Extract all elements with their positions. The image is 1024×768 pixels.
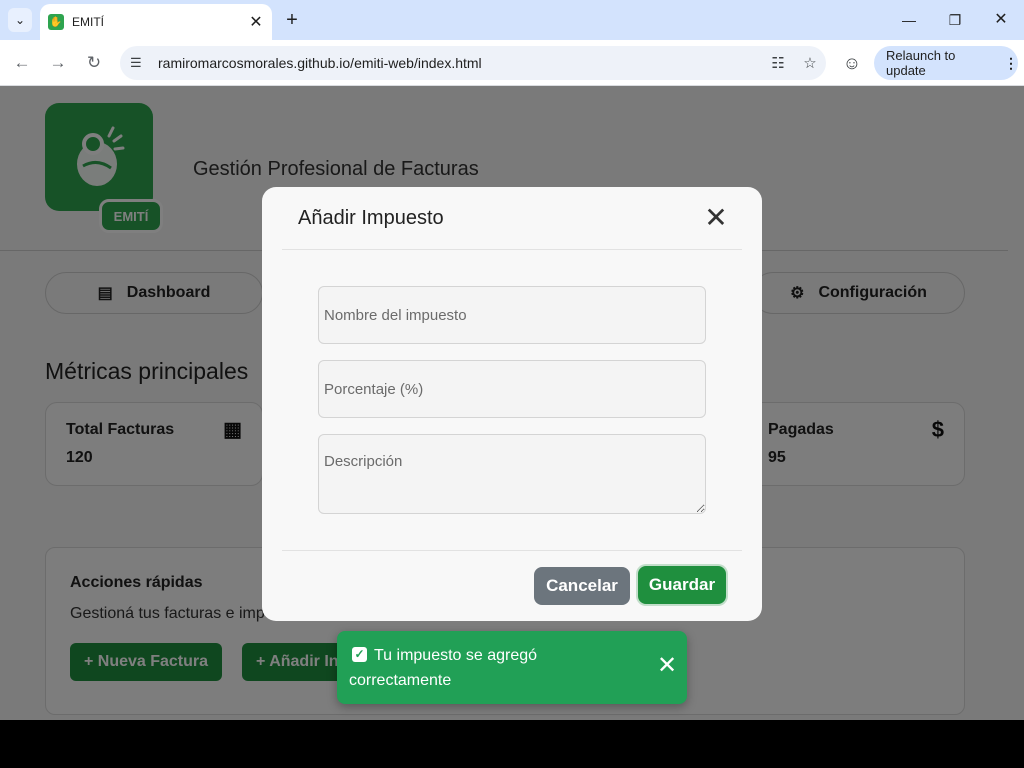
tax-name-input[interactable]	[318, 286, 706, 344]
new-tab-plus-icon[interactable]: +	[282, 8, 302, 32]
browser-tab-bar: ⌄ ✋ EMITÍ ✕ + — ❐ ✕	[0, 0, 1024, 40]
back-arrow-icon[interactable]: ←	[10, 51, 34, 75]
toast-message: Tu impuesto se agregó correctamente	[349, 647, 538, 689]
modal-close-icon[interactable]: ✕	[702, 204, 730, 233]
favicon-icon: ✋	[48, 14, 64, 30]
translate-icon[interactable]: ☷	[762, 54, 794, 72]
checkbox-check-icon: ✓	[352, 647, 367, 662]
relaunch-label: Relaunch to update	[886, 48, 956, 78]
tax-description-textarea[interactable]	[318, 434, 706, 514]
cancel-button[interactable]: Cancelar	[534, 567, 630, 605]
save-button[interactable]: Guardar	[638, 566, 726, 604]
tax-percent-input[interactable]	[318, 360, 706, 418]
modal-title: Añadir Impuesto	[298, 207, 444, 229]
minimize-icon[interactable]: —	[895, 8, 923, 32]
relaunch-button[interactable]: Relaunch to update ⋮	[874, 46, 1018, 80]
reload-icon[interactable]: ↻	[82, 51, 106, 75]
success-toast: Tu impuesto se agregó correctamente ✓ ✕	[337, 631, 687, 704]
tab-search-chevron-icon[interactable]: ⌄	[8, 8, 32, 32]
modal-footer-divider	[282, 550, 742, 551]
browser-toolbar: ← → ↻ ☰ ramiromarcosmorales.github.io/em…	[0, 40, 1024, 86]
add-tax-modal: Añadir Impuesto ✕ Cancelar Guardar	[262, 187, 762, 621]
address-bar[interactable]: ☰ ramiromarcosmorales.github.io/emiti-we…	[120, 46, 826, 80]
modal-header-divider	[282, 249, 742, 250]
tab-close-icon[interactable]: ✕	[248, 12, 264, 32]
forward-arrow-icon[interactable]: →	[46, 51, 70, 75]
more-menu-icon[interactable]: ⋮	[1004, 55, 1018, 72]
profile-icon[interactable]: ☺	[840, 51, 864, 75]
window-close-icon[interactable]: ✕	[987, 8, 1015, 32]
browser-tab[interactable]: ✋ EMITÍ ✕	[40, 4, 272, 40]
site-settings-icon[interactable]: ☰	[130, 55, 146, 71]
restore-icon[interactable]: ❐	[941, 8, 969, 32]
screen-bottom-strip	[0, 720, 1024, 768]
toast-close-icon[interactable]: ✕	[655, 654, 679, 679]
tab-title: EMITÍ	[72, 15, 104, 29]
bookmark-star-icon[interactable]: ☆	[794, 54, 826, 72]
url-text[interactable]: ramiromarcosmorales.github.io/emiti-web/…	[158, 55, 762, 71]
